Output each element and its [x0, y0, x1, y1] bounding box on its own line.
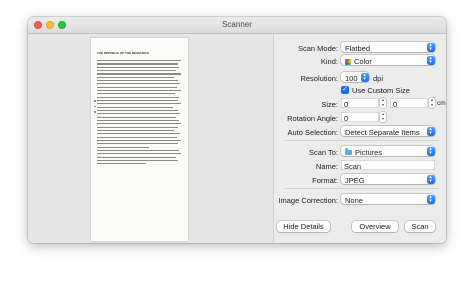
image-correction-popup[interactable]: None ▴ ▾: [341, 194, 435, 205]
document-text-line: [97, 153, 181, 155]
scan-to-value: Pictures: [355, 147, 383, 157]
scan-to-popup[interactable]: Pictures ▴ ▾: [341, 146, 435, 157]
scanned-document-preview[interactable]: THE REPUBLIC OF THE RESOURCE: [91, 38, 188, 241]
size-height-field[interactable]: 0: [390, 98, 428, 109]
size-label: Size:: [321, 100, 338, 109]
rotation-angle-label: Rotation Angle:: [287, 114, 338, 123]
scanner-window: Scanner THE REPUBLIC OF THE RESOURCE Sca…: [28, 17, 446, 243]
document-text-line: [97, 63, 178, 65]
document-text-line: [97, 96, 180, 98]
document-text-line: [97, 163, 146, 165]
resolution-value: 100: [345, 73, 358, 83]
document-text-line: [97, 83, 181, 85]
format-popup[interactable]: JPEG ▴ ▾: [341, 174, 435, 185]
document-text-line: [97, 73, 181, 75]
name-label: Name:: [315, 162, 338, 171]
use-custom-size-label: Use Custom Size: [352, 86, 410, 95]
kind-label: Kind:: [320, 57, 338, 66]
document-text-line: [97, 106, 173, 108]
document-text-line: [97, 139, 181, 142]
folder-icon: [345, 148, 352, 155]
scan-to-label: Scan To:: [308, 148, 338, 157]
popup-arrows-icon: ▴ ▾: [426, 146, 435, 156]
document-text-line: [97, 123, 181, 125]
popup-arrows-icon: ▴ ▾: [426, 55, 435, 65]
settings-divider: [284, 140, 439, 141]
title-bar: Scanner: [28, 17, 446, 34]
document-heading: THE REPUBLIC OF THE RESOURCE: [97, 51, 149, 55]
color-wheel-icon: [345, 58, 351, 65]
document-text-line: [97, 86, 177, 88]
hide-details-button[interactable]: Hide Details: [277, 221, 330, 232]
format-label: Format:: [312, 176, 338, 185]
document-text-line: [97, 99, 178, 102]
image-correction-label: Image Correction:: [278, 196, 338, 205]
document-text-line: [97, 79, 179, 82]
auto-selection-value: Detect Separate Items: [345, 127, 420, 137]
resolution-unit: dpi: [373, 74, 384, 83]
margin-mark: [94, 111, 96, 113]
scan-preview-area[interactable]: THE REPUBLIC OF THE RESOURCE: [28, 34, 273, 243]
document-text-line: [97, 129, 175, 132]
auto-selection-label: Auto Selection:: [287, 128, 338, 137]
size-height-stepper[interactable]: ▴ ▾: [429, 97, 435, 108]
margin-mark: [94, 100, 96, 102]
document-text-line: [97, 89, 181, 92]
use-custom-size-checkbox[interactable]: ✓: [341, 86, 349, 94]
document-text-line: [97, 103, 181, 105]
popup-arrows-icon: ▴ ▾: [426, 42, 435, 52]
scan-mode-value: Flatbed: [345, 43, 371, 53]
name-field[interactable]: Scan: [341, 160, 435, 171]
popup-arrows-icon: ▴ ▾: [426, 174, 435, 184]
scan-mode-label: Scan Mode:: [297, 44, 338, 53]
document-text-line: [97, 143, 179, 145]
document-text-line: [97, 146, 150, 148]
popup-arrows-icon: ▴ ▾: [360, 72, 369, 82]
scan-settings-panel: Scan Mode: Flatbed ▴ ▾ Kind: Color ▴ ▾ Res…: [273, 34, 446, 243]
document-text-line: [97, 149, 180, 152]
format-value: JPEG: [345, 175, 365, 185]
document-text-line: [97, 136, 177, 138]
document-text-line: [97, 76, 175, 78]
scan-button[interactable]: Scan: [405, 221, 435, 232]
document-text-line: [97, 156, 176, 158]
document-text-line: [97, 116, 176, 118]
document-text-line: [97, 133, 181, 135]
document-text-line: [97, 60, 181, 62]
settings-divider: [284, 188, 439, 189]
kind-popup[interactable]: Color ▴ ▾: [341, 55, 435, 66]
document-text-line: [97, 119, 180, 122]
rotation-angle-stepper[interactable]: ▴ ▾: [380, 111, 386, 122]
kind-value: Color: [354, 56, 372, 66]
document-text-line: [97, 113, 181, 115]
popup-arrows-icon: ▴ ▾: [426, 194, 435, 204]
rotation-angle-field[interactable]: 0: [341, 112, 379, 123]
document-text-line: [97, 66, 180, 68]
size-unit: cm: [437, 100, 446, 107]
document-text-line: [97, 126, 178, 128]
document-text-lines: [97, 60, 181, 167]
margin-mark: [94, 105, 96, 107]
document-text-line: [97, 159, 178, 162]
scan-mode-popup[interactable]: Flatbed ▴ ▾: [341, 42, 435, 53]
document-text-line: [97, 109, 179, 112]
image-correction-value: None: [345, 195, 363, 205]
popup-arrows-icon: ▴ ▾: [426, 126, 435, 136]
document-text-line: [97, 69, 176, 72]
resolution-label: Resolution:: [300, 74, 338, 83]
size-width-field[interactable]: 0: [341, 98, 379, 109]
document-text-line: [97, 93, 176, 95]
document-margin-marks: [94, 100, 96, 117]
resolution-popup[interactable]: 100 ▴ ▾: [341, 72, 369, 83]
overview-button[interactable]: Overview: [352, 221, 398, 232]
auto-selection-popup[interactable]: Detect Separate Items ▴ ▾: [341, 126, 435, 137]
size-width-stepper[interactable]: ▴ ▾: [380, 97, 386, 108]
window-title: Scanner: [222, 20, 252, 29]
